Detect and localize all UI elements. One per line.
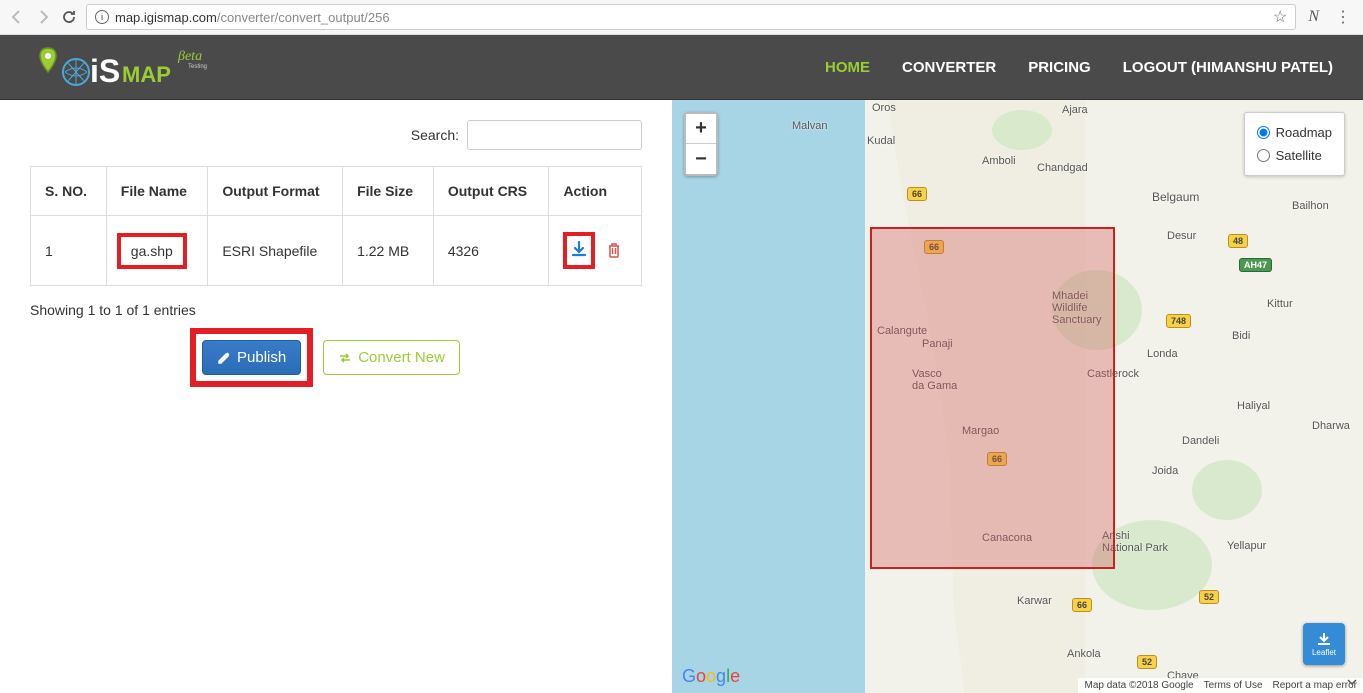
extension-icon[interactable]: N: [1304, 8, 1323, 26]
road-shield: 66: [1072, 598, 1092, 612]
download-icon[interactable]: [570, 242, 588, 262]
col-output-format[interactable]: Output Format: [208, 167, 343, 216]
road-shield: 48: [1228, 234, 1248, 248]
cell-output-format: ESRI Shapefile: [208, 216, 343, 286]
map-label: Haliyal: [1237, 400, 1270, 412]
road-shield: 66: [907, 187, 927, 201]
attrib-terms[interactable]: Terms of Use: [1204, 680, 1263, 691]
nav-home[interactable]: HOME: [825, 59, 870, 76]
results-table: S. NO. File Name Output Format File Size…: [30, 166, 642, 286]
map-label: Ajara: [1062, 104, 1088, 116]
swap-icon: [338, 351, 352, 365]
map-canvas[interactable]: Malvan Oros Kudal Amboli Ajara Chandgad …: [672, 100, 1363, 693]
map-label: Yellapur: [1227, 540, 1266, 552]
map-label: Londa: [1147, 348, 1178, 360]
road-shield: AH47: [1239, 258, 1272, 272]
map-panel[interactable]: Malvan Oros Kudal Amboli Ajara Chandgad …: [672, 100, 1363, 693]
col-filename[interactable]: File Name: [106, 167, 208, 216]
convert-new-button[interactable]: Convert New: [323, 340, 460, 375]
col-sno[interactable]: S. NO.: [31, 167, 107, 216]
cell-file-size: 1.22 MB: [343, 216, 434, 286]
left-panel: Search: S. NO. File Name Output Format F…: [0, 100, 672, 693]
search-input[interactable]: [467, 120, 642, 150]
svg-text:MAP: MAP: [122, 62, 171, 87]
browser-toolbar: i map.igismap.com/converter/convert_outp…: [0, 0, 1363, 35]
main-nav: HOME CONVERTER PRICING LOGOUT (HIMANSHU …: [825, 59, 1333, 76]
search-label: Search:: [411, 127, 459, 143]
zoom-in-button[interactable]: +: [686, 114, 716, 144]
address-bar[interactable]: i map.igismap.com/converter/convert_outp…: [86, 4, 1296, 30]
selection-overlay: [870, 227, 1115, 569]
bookmark-star-icon[interactable]: ☆: [1273, 7, 1287, 27]
col-output-crs[interactable]: Output CRS: [433, 167, 549, 216]
map-label: Ankola: [1067, 648, 1101, 660]
download-arrow-icon: [1315, 632, 1333, 646]
map-label: Dandeli: [1182, 435, 1219, 447]
nav-logout[interactable]: LOGOUT (HIMANSHU PATEL): [1123, 59, 1333, 76]
svg-text:βeta: βeta: [177, 49, 202, 64]
zoom-out-button[interactable]: −: [686, 144, 716, 174]
col-file-size[interactable]: File Size: [343, 167, 434, 216]
map-label: Desur: [1167, 230, 1196, 242]
pencil-icon: [217, 351, 231, 365]
scroll-down-icon[interactable]: [1345, 675, 1359, 689]
map-label: Chandgad: [1037, 162, 1088, 174]
back-icon[interactable]: [8, 8, 26, 26]
svg-text:Testing: Testing: [188, 64, 207, 70]
col-action[interactable]: Action: [549, 167, 642, 216]
svg-text:iS: iS: [90, 53, 120, 89]
map-label: Bidi: [1232, 330, 1250, 342]
table-row: 1 ga.shp ESRI Shapefile 1.22 MB 4326: [31, 216, 642, 286]
map-label: Joida: [1152, 465, 1178, 477]
map-label: Kudal: [867, 135, 895, 147]
publish-button[interactable]: Publish: [202, 340, 301, 375]
url-text: map.igismap.com/converter/convert_output…: [115, 10, 390, 25]
roadmap-radio[interactable]: [1257, 126, 1270, 139]
chrome-menu-icon[interactable]: ⋮: [1331, 7, 1355, 27]
map-label: Malvan: [792, 120, 827, 132]
map-label: Kittur: [1267, 298, 1293, 310]
road-shield: 748: [1166, 314, 1191, 328]
google-logo: Google: [682, 666, 740, 687]
delete-icon[interactable]: [607, 245, 621, 262]
reload-icon[interactable]: [60, 8, 78, 26]
map-label: Belgaum: [1152, 190, 1199, 204]
site-info-icon[interactable]: i: [95, 10, 109, 24]
logo[interactable]: iS MAP βeta Testing: [30, 42, 210, 92]
zoom-controls: + −: [684, 112, 718, 176]
pager-info: Showing 1 to 1 of 1 entries: [30, 302, 642, 318]
map-attribution: Map data ©2018 Google Terms of Use Repor…: [1078, 678, 1363, 693]
cell-filename: ga.shp: [117, 233, 187, 269]
road-shield: 52: [1199, 590, 1219, 604]
satellite-radio[interactable]: [1257, 149, 1270, 162]
map-label: Amboli: [982, 155, 1016, 167]
map-label: Bailhon: [1292, 200, 1329, 212]
map-label: Dharwa: [1312, 420, 1350, 432]
convert-new-label: Convert New: [358, 349, 445, 366]
cell-sno: 1: [31, 216, 107, 286]
map-label: Oros: [872, 102, 896, 114]
leaflet-badge[interactable]: Leaflet: [1303, 623, 1345, 665]
nav-pricing[interactable]: PRICING: [1028, 59, 1091, 76]
publish-label: Publish: [237, 349, 286, 366]
cell-output-crs: 4326: [433, 216, 549, 286]
forward-icon[interactable]: [34, 8, 52, 26]
map-type-selector: Roadmap Satellite: [1244, 112, 1345, 176]
map-label: Karwar: [1017, 595, 1052, 607]
map-type-roadmap[interactable]: Roadmap: [1257, 121, 1332, 144]
nav-converter[interactable]: CONVERTER: [902, 59, 996, 76]
road-shield: 52: [1137, 655, 1157, 669]
app-header: iS MAP βeta Testing HOME CONVERTER PRICI…: [0, 35, 1363, 100]
map-type-satellite[interactable]: Satellite: [1257, 144, 1332, 167]
attrib-data: Map data ©2018 Google: [1084, 680, 1193, 691]
